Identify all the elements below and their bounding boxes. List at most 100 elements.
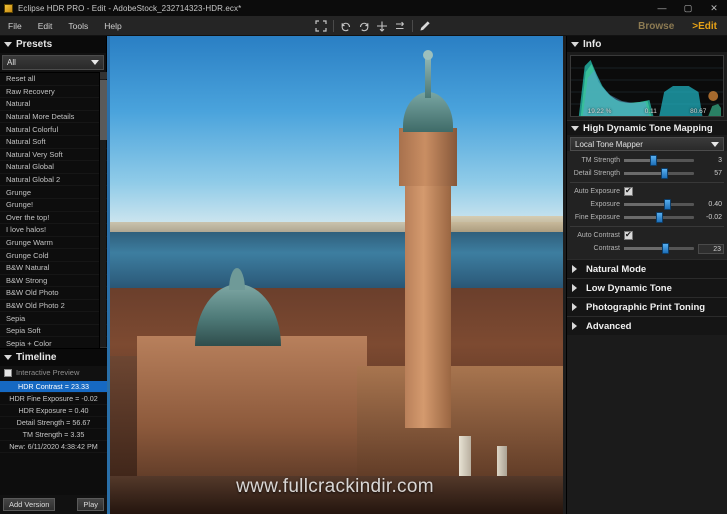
slider-detail-strength[interactable]: Detail Strength 57 (570, 167, 724, 180)
preset-item[interactable]: I love halos! (0, 224, 107, 237)
slider-track[interactable] (624, 247, 694, 250)
section-photographic-print-toning[interactable]: Photographic Print Toning (567, 297, 727, 316)
preset-item[interactable]: B&W Strong (0, 275, 107, 288)
watermark-text: www.fullcrackindir.com (107, 476, 563, 498)
preset-scroll-thumb[interactable] (100, 80, 107, 140)
preset-item[interactable]: Grunge Warm (0, 237, 107, 250)
edit-button[interactable]: >Edit (688, 21, 721, 32)
slider-value: 0.40 (698, 201, 724, 208)
checkbox-auto-contrast[interactable]: Auto Contrast (570, 229, 724, 242)
preset-item[interactable]: Natural Global 2 (0, 174, 107, 187)
close-button[interactable]: ✕ (701, 0, 727, 16)
tone-mapper-value: Local Tone Mapper (575, 140, 643, 149)
timeline-item[interactable]: HDR Exposure = 0.40 (0, 405, 107, 417)
preset-item[interactable]: B&W Old Photo 2 (0, 300, 107, 313)
preset-item[interactable]: Grunge! (0, 199, 107, 212)
tone-mapping-sliders: TM Strength 3 Detail Strength 57 Auto Ex… (567, 151, 727, 259)
slider-fine-exposure[interactable]: Fine Exposure -0.02 (570, 211, 724, 224)
preset-item[interactable]: B&W Old Photo (0, 287, 107, 300)
slider-track[interactable] (624, 172, 694, 175)
menu-file[interactable]: File (0, 19, 30, 33)
preset-item[interactable]: Natural Colorful (0, 123, 107, 136)
timeline-panel-header[interactable]: Timeline (0, 349, 107, 366)
expand-triangle-icon (572, 303, 577, 311)
checkbox-auto-exposure[interactable]: Auto Exposure (570, 185, 724, 198)
scroll-up-arrow[interactable] (100, 72, 107, 79)
slider-exposure[interactable]: Exposure 0.40 (570, 198, 724, 211)
image-canvas[interactable]: www.fullcrackindir.com (107, 36, 563, 514)
section-low-dynamic-tone[interactable]: Low Dynamic Tone (567, 278, 727, 297)
maximize-button[interactable]: ▢ (675, 0, 701, 16)
preset-item[interactable]: Natural Global (0, 161, 107, 174)
preset-item[interactable]: Grunge Cold (0, 249, 107, 262)
canvas-left-edge (107, 36, 110, 514)
slider-knob[interactable] (650, 155, 657, 166)
slider-track[interactable] (624, 159, 694, 162)
slider-tm-strength[interactable]: TM Strength 3 (570, 154, 724, 167)
preset-item[interactable]: Natural More Details (0, 111, 107, 124)
slider-track[interactable] (624, 216, 694, 219)
interactive-preview-label: Interactive Preview (16, 368, 79, 377)
play-button[interactable]: Play (77, 498, 104, 511)
preset-item[interactable]: Raw Recovery (0, 86, 107, 99)
preset-item[interactable]: Sepia Soft (0, 325, 107, 338)
slider-track[interactable] (624, 203, 694, 206)
timeline-item[interactable]: Detail Strength = 56.67 (0, 417, 107, 429)
timeline-item[interactable]: HDR Contrast = 23.33 (0, 381, 107, 393)
preset-item[interactable]: Grunge (0, 186, 107, 199)
preset-item[interactable]: Natural (0, 98, 107, 111)
preset-item[interactable]: Over the top! (0, 212, 107, 225)
auto-exposure-checkbox[interactable] (624, 187, 633, 196)
slider-knob[interactable] (662, 243, 669, 254)
preset-scrollbar[interactable] (99, 72, 106, 354)
chevron-down-icon (91, 60, 99, 65)
preset-item[interactable]: Natural Very Soft (0, 149, 107, 162)
fullscreen-icon[interactable] (312, 17, 330, 35)
collapse-triangle-icon (4, 42, 12, 47)
brush-icon[interactable] (416, 17, 434, 35)
menu-tools[interactable]: Tools (60, 19, 96, 33)
preset-item[interactable]: Reset all (0, 73, 107, 86)
timeline-list[interactable]: HDR Contrast = 23.33HDR Fine Exposure = … (0, 381, 107, 495)
timeline-item[interactable]: New: 6/11/2020 4:38:42 PM (0, 441, 107, 453)
flip-vertical-icon[interactable] (373, 17, 391, 35)
section-advanced[interactable]: Advanced (567, 316, 727, 335)
slider-knob[interactable] (656, 212, 663, 223)
section-label: Advanced (586, 321, 631, 332)
toolbar-separator-2 (412, 20, 413, 32)
preset-filter-dropdown[interactable]: All (2, 55, 104, 70)
preset-item[interactable]: B&W Natural (0, 262, 107, 275)
rotate-left-icon[interactable] (337, 17, 355, 35)
timeline-item[interactable]: TM Strength = 3.35 (0, 429, 107, 441)
slider-contrast[interactable]: Contrast 23 (570, 242, 724, 255)
preset-list[interactable]: Reset allRaw RecoveryNaturalNatural More… (0, 72, 107, 354)
tone-mapping-header[interactable]: High Dynamic Tone Mapping (567, 120, 727, 135)
preset-item[interactable]: Natural Soft (0, 136, 107, 149)
tone-mapper-dropdown[interactable]: Local Tone Mapper (570, 137, 724, 151)
timeline-item[interactable]: HDR Fine Exposure = -0.02 (0, 393, 107, 405)
menu-help[interactable]: Help (96, 19, 129, 33)
add-version-button[interactable]: Add Version (3, 498, 55, 511)
rotate-right-icon[interactable] (355, 17, 373, 35)
section-natural-mode[interactable]: Natural Mode (567, 259, 727, 278)
interactive-preview-row[interactable]: Interactive Preview (0, 366, 107, 379)
collapse-triangle-icon (4, 355, 12, 360)
browse-button[interactable]: Browse (634, 21, 678, 32)
menu-edit[interactable]: Edit (30, 19, 61, 33)
checkbox-label: Auto Exposure (570, 188, 624, 195)
preset-item[interactable]: Sepia (0, 312, 107, 325)
slider-label: Exposure (570, 201, 624, 208)
right-panel: Info 19.22 % 0.11 80.67 (566, 36, 727, 514)
slider-label: TM Strength (570, 157, 624, 164)
info-panel-header[interactable]: Info (567, 36, 727, 52)
slider-knob[interactable] (661, 168, 668, 179)
flip-horizontal-icon[interactable] (391, 17, 409, 35)
photo-belfry (399, 128, 457, 186)
window-controls: — ▢ ✕ (649, 0, 727, 16)
auto-contrast-checkbox[interactable] (624, 231, 633, 240)
minimize-button[interactable]: — (649, 0, 675, 16)
presets-panel-header[interactable]: Presets (0, 36, 106, 53)
interactive-preview-checkbox[interactable] (4, 369, 12, 377)
slider-knob[interactable] (664, 199, 671, 210)
timeline-panel: Timeline Interactive Preview HDR Contras… (0, 348, 107, 514)
